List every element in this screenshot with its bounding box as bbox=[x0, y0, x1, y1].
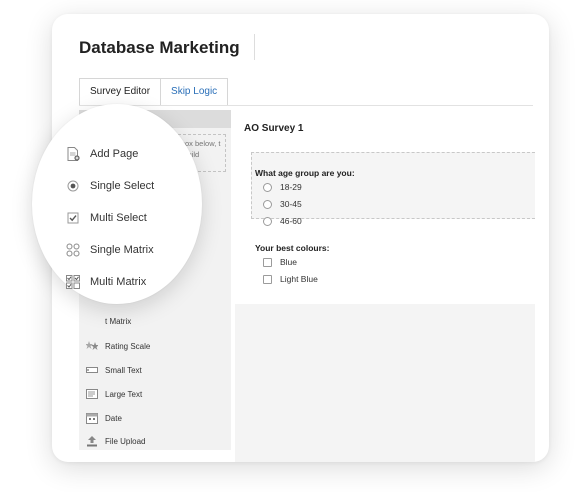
question-label: What age group are you: bbox=[255, 168, 355, 178]
survey-canvas: AO Survey 1 What age group are you: 18-2… bbox=[235, 110, 535, 462]
tab-divider bbox=[79, 105, 533, 106]
rating-stars-icon bbox=[86, 341, 98, 350]
checkbox-option[interactable]: Light Blue bbox=[263, 274, 318, 284]
magnifier-callout bbox=[32, 104, 202, 304]
sidebar-item-label: File Upload bbox=[105, 436, 146, 446]
radio-option[interactable]: 46-60 bbox=[263, 216, 302, 226]
question-type-multi-select[interactable]: Multi Select bbox=[66, 211, 147, 225]
date-icon bbox=[86, 413, 98, 424]
question-type-label: Single Matrix bbox=[90, 244, 154, 256]
survey-empty-area bbox=[235, 304, 535, 462]
checkbox-icon bbox=[67, 212, 79, 224]
question-type-single-matrix[interactable]: Single Matrix bbox=[66, 243, 154, 257]
sidebar-item-large-text[interactable]: Large Text bbox=[86, 388, 142, 400]
sidebar-item-label: Rating Scale bbox=[105, 341, 151, 351]
checkbox-option[interactable]: Blue bbox=[263, 257, 297, 267]
sidebar-item-date[interactable]: Date bbox=[86, 412, 122, 424]
sidebar-item-small-text[interactable]: Small Text bbox=[86, 364, 142, 376]
radio-button[interactable] bbox=[263, 216, 272, 226]
radio-button[interactable] bbox=[263, 199, 272, 209]
large-text-icon bbox=[86, 389, 98, 399]
sidebar-item-partial-matrix[interactable]: t Matrix bbox=[86, 317, 131, 326]
add-page-icon bbox=[67, 147, 80, 161]
sidebar-item-label: Date bbox=[105, 413, 122, 423]
tab-survey-editor[interactable]: Survey Editor bbox=[79, 78, 162, 106]
option-label: 46-60 bbox=[280, 216, 302, 226]
tab-skip-logic[interactable]: Skip Logic bbox=[161, 78, 229, 106]
sidebar-item-rating-scale[interactable]: Rating Scale bbox=[86, 340, 150, 352]
page-title: Database Marketing bbox=[79, 38, 240, 57]
tab-bar: Survey Editor Skip Logic bbox=[79, 78, 229, 106]
single-matrix-icon bbox=[66, 243, 80, 257]
upload-icon bbox=[87, 436, 97, 447]
small-text-icon bbox=[86, 367, 98, 373]
checkbox[interactable] bbox=[263, 274, 272, 284]
radio-icon bbox=[67, 180, 79, 192]
question-type-label: Multi Matrix bbox=[90, 276, 147, 288]
question-label: Your best colours: bbox=[255, 243, 330, 253]
question-type-add-page[interactable]: Add Page bbox=[66, 147, 138, 161]
radio-option[interactable]: 18-29 bbox=[263, 182, 302, 192]
radio-button[interactable] bbox=[263, 182, 272, 192]
survey-content: AO Survey 1 What age group are you: 18-2… bbox=[235, 110, 535, 304]
title-divider bbox=[254, 34, 255, 60]
multi-matrix-icon bbox=[66, 275, 80, 289]
option-label: 30-45 bbox=[280, 199, 302, 209]
question-type-single-select[interactable]: Single Select bbox=[66, 179, 154, 193]
option-label: Blue bbox=[280, 257, 298, 267]
sidebar-item-file-upload[interactable]: File Upload bbox=[86, 435, 145, 447]
question-type-label: Multi Select bbox=[90, 212, 147, 224]
option-label: Light Blue bbox=[280, 274, 318, 284]
question-type-label: Single Select bbox=[90, 180, 155, 192]
radio-option[interactable]: 30-45 bbox=[263, 199, 302, 209]
question-type-multi-matrix[interactable]: Multi Matrix bbox=[66, 275, 146, 289]
sidebar-item-label: Small Text bbox=[105, 365, 142, 375]
question-type-label: Add Page bbox=[90, 148, 139, 160]
option-label: 18-29 bbox=[280, 182, 302, 192]
sidebar-item-label: t Matrix bbox=[105, 317, 132, 326]
checkbox[interactable] bbox=[263, 257, 272, 267]
survey-title: AO Survey 1 bbox=[244, 123, 304, 134]
sidebar-item-label: Large Text bbox=[105, 389, 143, 399]
